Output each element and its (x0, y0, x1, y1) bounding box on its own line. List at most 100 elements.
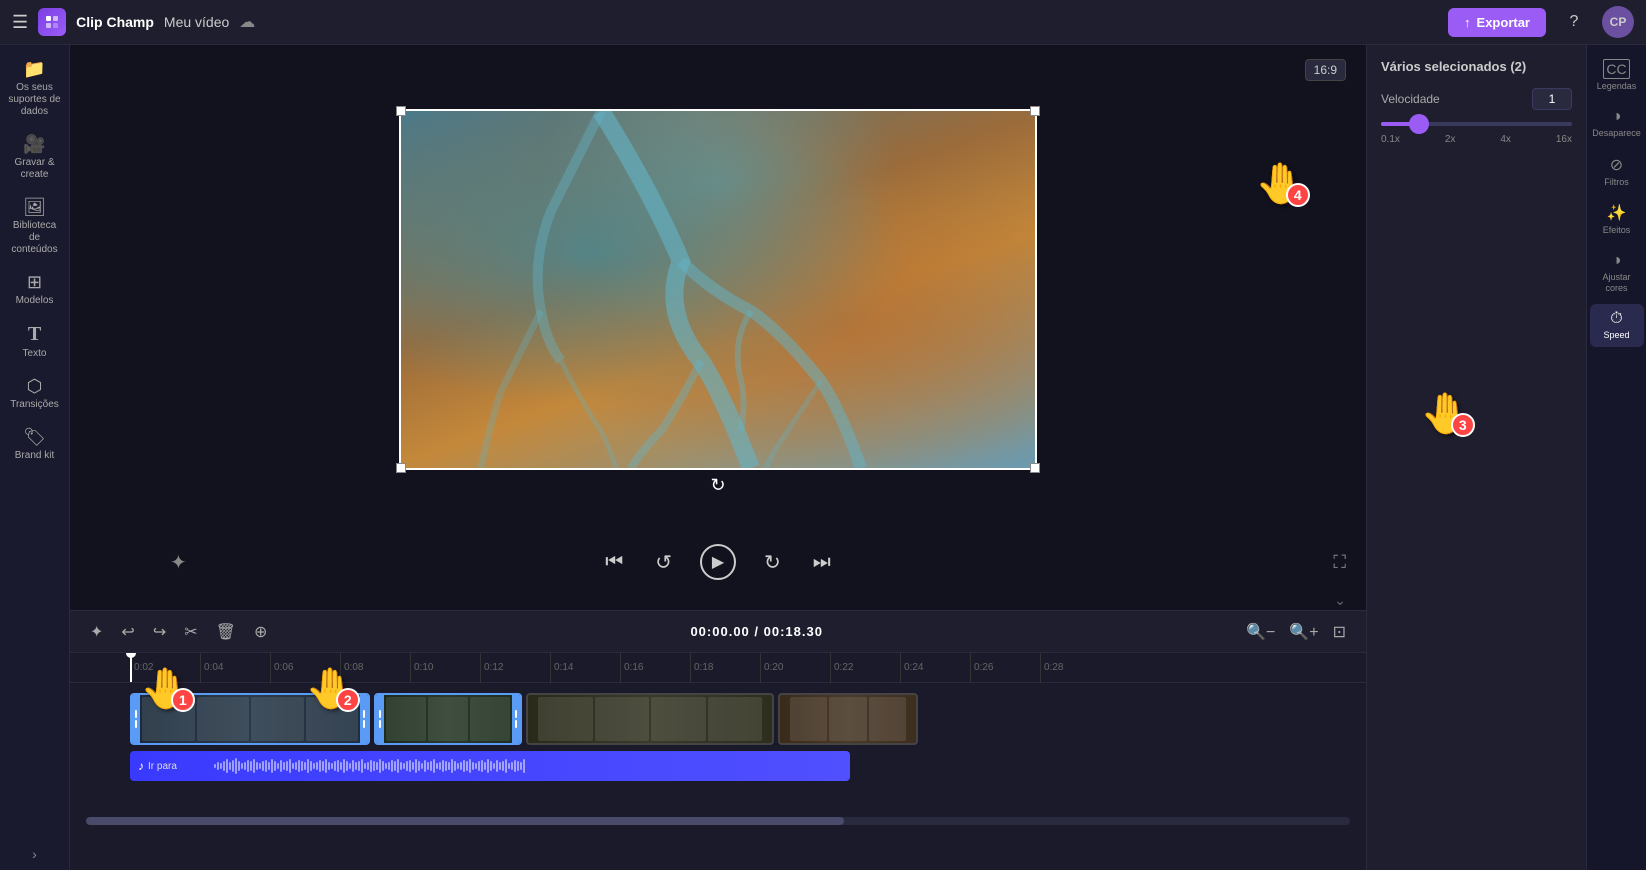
video-clip-3[interactable] (526, 693, 774, 745)
waveform-bar (457, 763, 459, 769)
waveform-bar (217, 762, 219, 770)
audio-track[interactable]: ♪ Ir para (130, 751, 850, 781)
skip-forward-button[interactable]: ⏭ (809, 547, 835, 578)
color-panel-button[interactable]: ◑ Ajustar cores (1590, 246, 1644, 300)
playhead[interactable] (130, 653, 132, 682)
timeline-tool-select[interactable]: ✦ (86, 618, 107, 646)
fit-button[interactable]: ⊡ (1329, 618, 1350, 646)
speed-slider-thumb[interactable] (1409, 114, 1429, 134)
timeline-redo-button[interactable]: ↪ (149, 618, 170, 646)
menu-icon[interactable]: ☰ (12, 12, 28, 33)
sidebar-item-text[interactable]: T Texto (4, 317, 66, 366)
timeline-undo-button[interactable]: ↩ (117, 618, 138, 646)
skip-back-button[interactable]: ⏮ (601, 547, 627, 578)
resize-handle-tr[interactable] (1030, 106, 1040, 116)
color-icon: ◑ (1612, 252, 1622, 270)
timeline-delete-button[interactable]: 🗑 (212, 618, 240, 646)
timeline-scrollbar[interactable] (86, 817, 1350, 825)
waveform-bar (352, 760, 354, 772)
timeline-tracks: ♪ Ir para (70, 683, 1366, 813)
waveform-bar (379, 759, 381, 773)
waveform-bar (376, 762, 378, 770)
cloud-icon[interactable]: ☁ (239, 12, 255, 32)
resize-handle-tl[interactable] (396, 106, 406, 116)
waveform-bar (514, 760, 516, 772)
video-clip-2[interactable] (374, 693, 522, 745)
sidebar-item-content[interactable]: 🖼 Biblioteca de conteúdos (4, 191, 66, 262)
collapse-button[interactable]: ⌄ (1334, 592, 1346, 609)
resize-handle-br[interactable] (1030, 463, 1040, 473)
clip-handle-left-2[interactable] (376, 695, 384, 743)
zoom-in-button[interactable]: 🔍+ (1285, 618, 1322, 646)
fade-icon: ◑ (1612, 108, 1622, 126)
ruler-mark: 0:24 (900, 653, 970, 683)
waveform-bar (355, 762, 357, 770)
waveform-bar (397, 759, 399, 773)
waveform-bar (451, 759, 453, 773)
sidebar-item-label: Transições (10, 399, 59, 411)
topbar-left: ☰ Clip Champ Meu vídeo ☁ (12, 8, 1448, 36)
rotate-handle[interactable]: ↻ (710, 475, 725, 496)
topbar: ☰ Clip Champ Meu vídeo ☁ ↑ Exportar ? CP (0, 0, 1646, 45)
waveform-bar (361, 759, 363, 773)
ruler-mark: 0:20 (760, 653, 830, 683)
clip-handle-right-1[interactable] (360, 695, 368, 743)
speed-panel-button[interactable]: ⏱ Speed (1590, 304, 1644, 347)
avatar-button[interactable]: CP (1602, 6, 1634, 38)
clip-handle-left-1[interactable] (132, 695, 140, 743)
fade-panel-button[interactable]: ◑ Desaparece (1590, 102, 1644, 145)
ruler-mark: 0:18 (690, 653, 760, 683)
video-canvas[interactable]: ↻ (399, 109, 1037, 470)
sidebar-item-record[interactable]: 🎥 Gravar & create (4, 128, 66, 187)
waveform-bar (448, 762, 450, 770)
resize-handle-bl[interactable] (396, 463, 406, 473)
waveform-bar (424, 760, 426, 772)
video-track-row (130, 693, 1366, 745)
sidebar-item-brand[interactable]: 🏷 Brand kit (4, 421, 66, 468)
speed-value-input[interactable] (1532, 88, 1572, 110)
forward-button[interactable]: ↻ (760, 546, 785, 579)
video-clip-1[interactable] (130, 693, 370, 745)
aspect-ratio-badge[interactable]: 16:9 (1305, 59, 1346, 81)
timeline-area: ✦ ↩ ↪ ✂ 🗑 ⊕ 00:00.00 / 00:18.30 🔍− 🔍+ ⊡ (70, 610, 1366, 870)
waveform-bar (262, 761, 264, 771)
timeline-cut-button[interactable]: ✂ (180, 618, 201, 646)
sidebar-item-transitions[interactable]: ⬡ Transições (4, 370, 66, 417)
sidebar-expand-button[interactable]: › (32, 846, 37, 862)
sidebar-item-templates[interactable]: ⊞ Modelos (4, 266, 66, 313)
timeline-add-button[interactable]: ⊕ (250, 618, 271, 646)
speed-icon: ⏱ (1610, 310, 1622, 328)
effects-panel-button[interactable]: ✨ Efeitos (1590, 197, 1644, 242)
rewind-button[interactable]: ↺ (651, 546, 676, 579)
zoom-out-button[interactable]: 🔍− (1242, 618, 1279, 646)
editor-area: 16:9 (70, 45, 1366, 870)
play-button[interactable]: ▶ (700, 544, 736, 580)
captions-panel-button[interactable]: CC Legendas (1590, 53, 1644, 98)
captions-icon: CC (1603, 59, 1629, 79)
text-icon: T (28, 323, 41, 346)
waveform-bar (370, 760, 372, 772)
sidebar-item-label: Gravar & create (8, 157, 62, 181)
clip-handle-right-2[interactable] (512, 695, 520, 743)
export-button[interactable]: ↑ Exportar (1448, 8, 1546, 37)
fullscreen-button[interactable]: ⛶ (1333, 552, 1346, 573)
waveform-bar (472, 762, 474, 770)
waveform-bar (511, 762, 513, 770)
filters-panel-button[interactable]: ⊘ Filtros (1590, 149, 1644, 194)
speed-label-4: 4x (1500, 134, 1511, 145)
record-icon: 🎥 (23, 134, 45, 155)
sidebar-item-media[interactable]: 📁 Os seus suportes de dados (4, 53, 66, 124)
audio-label: Ir para (148, 761, 177, 772)
waveform-bar (475, 763, 477, 769)
video-clip-4[interactable] (778, 693, 918, 745)
project-name[interactable]: Meu vídeo (164, 14, 229, 30)
clip-thumbnail-2 (376, 695, 520, 743)
sidebar-item-label: Brand kit (15, 450, 54, 462)
speed-slider-track[interactable] (1381, 122, 1572, 126)
magic-icon[interactable]: ✦ (170, 550, 187, 575)
waveform-bar (367, 762, 369, 770)
waveform-bar (505, 759, 507, 773)
ruler-mark: 0:04 (200, 653, 270, 683)
help-button[interactable]: ? (1558, 6, 1590, 38)
scrollbar-thumb[interactable] (86, 817, 844, 825)
